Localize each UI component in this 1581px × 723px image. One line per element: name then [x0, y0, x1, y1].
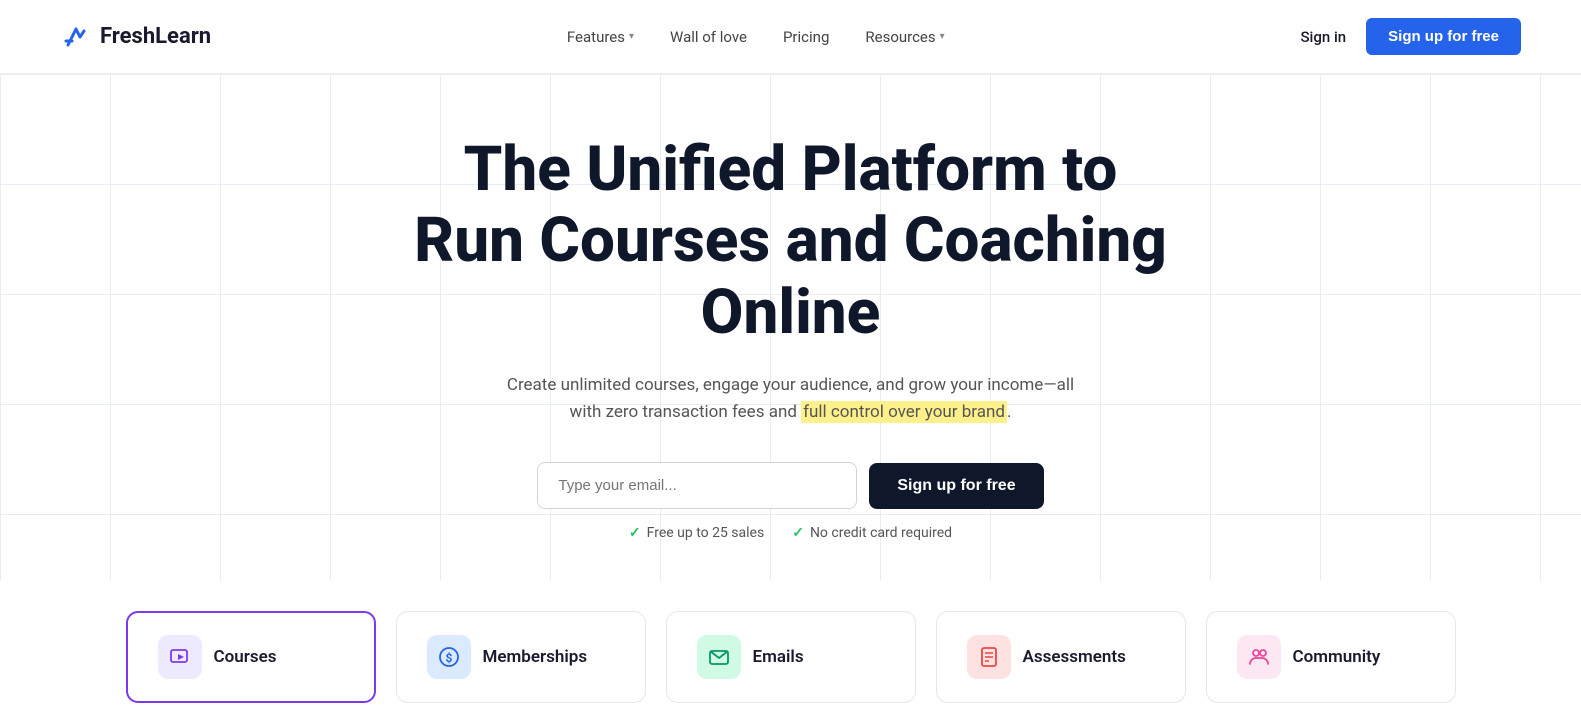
- hero-section: The Unified Platform to Run Courses and …: [0, 74, 1581, 581]
- logo[interactable]: FreshLearn: [60, 21, 211, 53]
- courses-icon: [158, 635, 202, 679]
- logo-icon: [60, 21, 92, 53]
- feature-card-emails[interactable]: Emails: [666, 611, 916, 703]
- feature-card-memberships[interactable]: $ Memberships: [396, 611, 646, 703]
- memberships-label: Memberships: [483, 647, 588, 667]
- logo-learn: Learn: [155, 24, 211, 49]
- nav-pricing[interactable]: Pricing: [783, 28, 829, 46]
- badge-no-credit-card: ✓ No credit card required: [792, 525, 952, 541]
- assessments-label: Assessments: [1023, 647, 1126, 667]
- svg-text:$: $: [445, 651, 452, 665]
- hero-title: The Unified Platform to Run Courses and …: [401, 134, 1181, 348]
- features-chevron: ▾: [629, 31, 634, 42]
- navbar: FreshLearn Features ▾ Wall of love Prici…: [0, 0, 1581, 74]
- nav-wall-of-love[interactable]: Wall of love: [670, 28, 747, 46]
- memberships-icon: $: [427, 635, 471, 679]
- logo-text: FreshLearn: [100, 24, 211, 49]
- badge-free-sales: ✓ Free up to 25 sales: [629, 525, 764, 541]
- feature-card-courses[interactable]: Courses: [126, 611, 376, 703]
- nav-features[interactable]: Features ▾: [567, 28, 634, 46]
- nav-links: Features ▾ Wall of love Pricing Resource…: [567, 28, 945, 46]
- email-form: Sign up for free: [20, 462, 1561, 509]
- courses-label: Courses: [214, 647, 277, 667]
- highlight-text: full control over your brand: [801, 401, 1007, 423]
- hero-subtitle: Create unlimited courses, engage your au…: [501, 372, 1081, 426]
- emails-label: Emails: [753, 647, 804, 667]
- email-input[interactable]: [537, 462, 857, 509]
- feature-card-community[interactable]: Community: [1206, 611, 1456, 703]
- form-badges: ✓ Free up to 25 sales ✓ No credit card r…: [20, 525, 1561, 541]
- community-label: Community: [1293, 647, 1381, 667]
- feature-card-assessments[interactable]: Assessments: [936, 611, 1186, 703]
- assessments-icon: [967, 635, 1011, 679]
- nav-resources[interactable]: Resources ▾: [865, 28, 944, 46]
- nav-signup-button[interactable]: Sign up for free: [1366, 18, 1521, 55]
- nav-actions: Sign in Sign up for free: [1300, 18, 1521, 55]
- check-icon-1: ✓: [629, 525, 641, 541]
- emails-icon: [697, 635, 741, 679]
- hero-content: The Unified Platform to Run Courses and …: [20, 134, 1561, 541]
- check-icon-2: ✓: [792, 525, 804, 541]
- logo-fresh: Fresh: [100, 24, 155, 49]
- community-icon: [1237, 635, 1281, 679]
- feature-cards: Courses $ Memberships Emails: [0, 581, 1581, 723]
- resources-chevron: ▾: [940, 31, 945, 42]
- sign-in-link[interactable]: Sign in: [1300, 28, 1346, 46]
- hero-signup-button[interactable]: Sign up for free: [869, 463, 1043, 509]
